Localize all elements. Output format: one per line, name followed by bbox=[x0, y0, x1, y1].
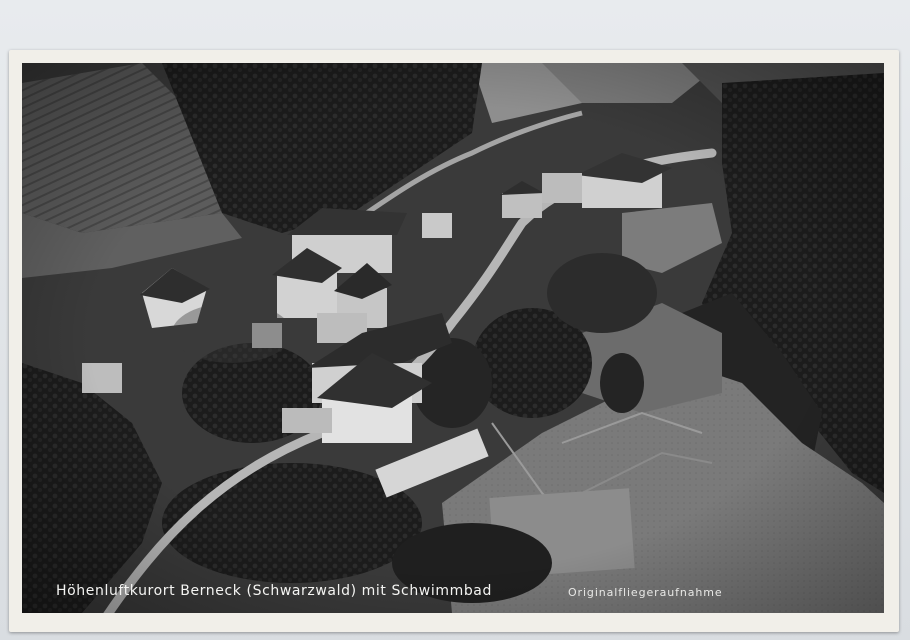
photo-credit: Originalfliegeraufnahme bbox=[568, 586, 723, 599]
postcard-caption: Höhenluftkurort Berneck (Schwarzwald) mi… bbox=[56, 583, 492, 599]
aerial-photo: Höhenluftkurort Berneck (Schwarzwald) mi… bbox=[22, 63, 884, 613]
aerial-photo-illustration bbox=[22, 63, 884, 613]
postcard: Höhenluftkurort Berneck (Schwarzwald) mi… bbox=[9, 50, 899, 632]
